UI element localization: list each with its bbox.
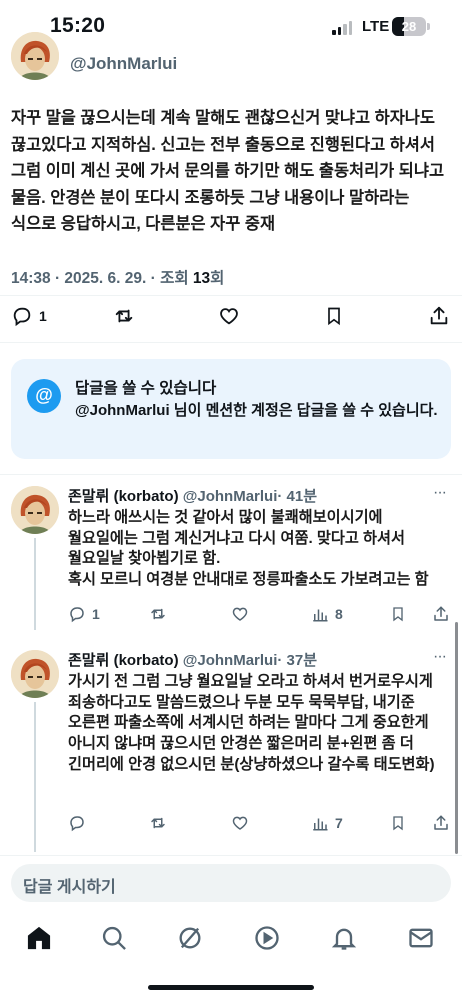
notice-text: 님이 멘션한 계정은 답글을 쓸 수 있습니다. xyxy=(169,402,438,419)
retweet-button[interactable] xyxy=(148,814,168,832)
reply-count: 1 xyxy=(92,606,100,622)
like-button[interactable] xyxy=(231,605,249,623)
bookmark-icon xyxy=(328,307,340,326)
reply-time: · 37분 xyxy=(277,652,318,669)
home-icon xyxy=(27,926,51,950)
analytics-icon xyxy=(313,609,328,622)
reply-compose-input[interactable]: 답글 게시하기 xyxy=(11,864,451,902)
reply-icon xyxy=(70,607,84,623)
main-tweet-handle[interactable]: @JohnMarlui xyxy=(70,54,177,74)
retweet-icon xyxy=(151,608,165,620)
notice-handle[interactable]: @JohnMarlui xyxy=(75,402,170,419)
bookmark-button[interactable] xyxy=(390,814,406,832)
avatar[interactable] xyxy=(11,32,59,80)
reply-actions: 1 8 xyxy=(0,604,462,624)
heart-icon xyxy=(232,816,248,830)
mention-icon: @ xyxy=(27,379,61,413)
bottom-tab-bar xyxy=(0,912,462,964)
divider xyxy=(0,342,462,343)
reply-author-name[interactable]: 존말뤼 (korbato) xyxy=(68,488,179,505)
search-icon xyxy=(102,926,126,950)
reply-header: 존말뤼 (korbato) @JohnMarlui· 41분 xyxy=(68,485,317,506)
tab-search[interactable] xyxy=(100,924,128,952)
reply-author-handle[interactable]: @JohnMarlui xyxy=(183,652,278,669)
reply-author-handle[interactable]: @JohnMarlui xyxy=(183,488,278,505)
heart-icon xyxy=(232,607,248,621)
battery-nub xyxy=(427,23,430,30)
tweet-timestamp: 14:38 · 2025. 6. 29. · 조회 xyxy=(11,270,193,287)
retweet-button[interactable] xyxy=(112,305,136,327)
notice-body: @JohnMarlui 님이 멘션한 계정은 답글을 쓸 수 있습니다. xyxy=(75,400,439,421)
avatar[interactable] xyxy=(11,486,59,534)
cellular-signal-icon xyxy=(332,21,352,35)
more-options-icon[interactable]: ··· xyxy=(433,484,447,502)
tab-home[interactable] xyxy=(25,924,53,952)
battery-icon: 28 xyxy=(392,17,426,36)
share-button[interactable] xyxy=(432,814,450,832)
bookmark-button[interactable] xyxy=(324,305,344,327)
retweet-icon xyxy=(115,309,133,323)
share-icon xyxy=(430,306,448,325)
reply-icon xyxy=(13,307,31,327)
view-count: 8 xyxy=(335,606,343,622)
mail-icon xyxy=(409,928,433,948)
bell-icon xyxy=(331,928,357,950)
reply-button[interactable]: 1 xyxy=(68,605,100,623)
like-button[interactable] xyxy=(231,814,249,832)
share-icon xyxy=(434,815,448,830)
bookmark-button[interactable] xyxy=(390,605,406,623)
reply-actions: 7 xyxy=(0,813,462,833)
reply-time: · 41분 xyxy=(277,488,318,505)
scrollbar[interactable] xyxy=(455,622,458,854)
reply-tweet[interactable]: 존말뤼 (korbato) @JohnMarlui· 37분 ··· 가시기 전… xyxy=(0,640,462,852)
reply-button[interactable]: 1 xyxy=(11,305,47,327)
tweet-view-suffix: 회 xyxy=(210,270,225,287)
reply-header: 존말뤼 (korbato) @JohnMarlui· 37분 xyxy=(68,649,317,670)
divider xyxy=(0,474,462,475)
grok-icon xyxy=(179,927,201,949)
views-button[interactable]: 8 xyxy=(311,605,343,623)
main-tweet-text: 자꾸 말을 끊으시는데 계속 말해도 괜찮으신거 맞냐고 하자나도 끊고있다고 … xyxy=(11,109,445,233)
tab-messages[interactable] xyxy=(407,924,435,952)
reply-tweet[interactable]: 존말뤼 (korbato) @JohnMarlui· 41분 ··· 하느라 애… xyxy=(0,476,462,634)
tweet-view-count: 13 xyxy=(192,270,211,287)
bookmark-icon xyxy=(393,607,403,622)
notice-title: 답글을 쓸 수 있습니다 xyxy=(75,380,217,397)
tab-grok[interactable] xyxy=(176,924,204,952)
reply-text: 하느라 애쓰시는 것 같아서 많이 불쾌해보이시기에 월요일에는 그럼 계신거냐… xyxy=(68,509,429,589)
reply-text: 가시기 전 그럼 그냥 월요일날 오라고 하셔서 번거로우시게 죄송하다고도 말… xyxy=(68,673,435,773)
analytics-icon xyxy=(313,818,328,831)
divider xyxy=(0,855,462,856)
home-indicator[interactable] xyxy=(148,985,314,990)
tab-video[interactable] xyxy=(253,924,281,952)
status-bar: 15:20 LTE 28 xyxy=(0,0,462,54)
retweet-button[interactable] xyxy=(148,605,168,623)
reply-button[interactable] xyxy=(68,814,92,832)
share-button[interactable] xyxy=(428,305,450,327)
share-button[interactable] xyxy=(432,605,450,623)
network-type: LTE xyxy=(362,18,390,35)
tweet-meta: 14:38 · 2025. 6. 29. · 조회 13회 xyxy=(11,266,224,288)
views-button[interactable]: 7 xyxy=(311,814,343,832)
reply-permission-notice: @ 답글을 쓸 수 있습니다 @JohnMarlui 님이 멘션한 계정은 답글… xyxy=(11,359,451,459)
avatar[interactable] xyxy=(11,650,59,698)
heart-icon xyxy=(220,308,238,325)
battery-level: 28 xyxy=(401,19,417,34)
view-count: 7 xyxy=(335,815,343,831)
reply-icon xyxy=(70,816,84,832)
like-button[interactable] xyxy=(218,305,240,327)
tab-notifications[interactable] xyxy=(330,924,358,952)
reply-author-name[interactable]: 존말뤼 (korbato) xyxy=(68,652,179,669)
status-time: 15:20 xyxy=(50,14,106,37)
retweet-icon xyxy=(151,817,165,829)
main-tweet-actions: 1 xyxy=(0,304,462,328)
bookmark-icon xyxy=(393,816,403,831)
compose-placeholder: 답글 게시하기 xyxy=(23,879,116,896)
share-icon xyxy=(434,606,448,621)
reply-count: 1 xyxy=(39,308,47,324)
more-options-icon[interactable]: ··· xyxy=(433,648,447,666)
divider xyxy=(0,295,462,296)
video-play-icon xyxy=(255,926,279,950)
